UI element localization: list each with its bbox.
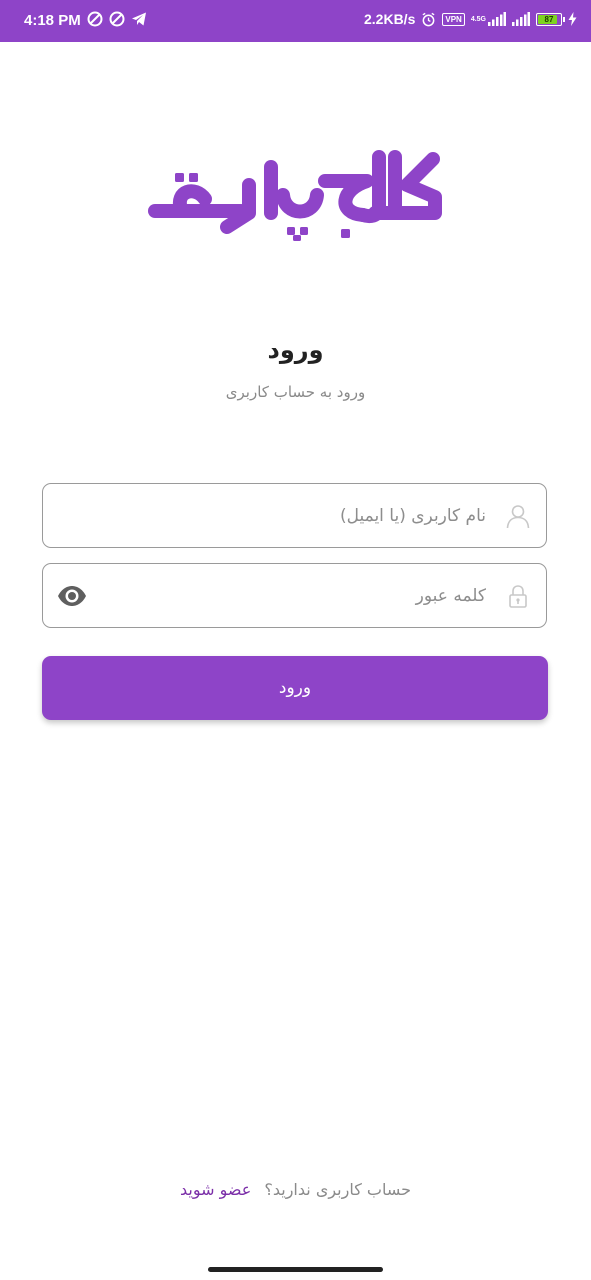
page-title: ورود [267,336,324,364]
telegram-icon [132,12,146,26]
eye-icon[interactable] [57,583,87,609]
signup-link[interactable]: عضو شوید [180,1180,251,1199]
network-type: 4.5G [470,15,486,23]
login-button[interactable]: ورود [42,656,548,720]
vpn-badge: VPN [442,12,465,26]
charging-icon [568,12,577,26]
alarm-icon [422,12,435,26]
password-input[interactable] [99,564,486,627]
blocked-notification-icon [87,11,103,27]
college-part-logo [148,150,442,241]
battery-level: 87 [544,14,554,24]
blocked-notification-icon [109,11,125,27]
user-icon [506,505,530,529]
lock-icon [509,585,527,608]
signal-icon [488,12,506,26]
signup-question: حساب کاربری ندارید؟ [264,1180,412,1199]
status-bar: 4:18 PM 2.2KB/s VPN 4.5G 87 [0,0,591,42]
password-field[interactable] [42,563,547,628]
system-icons: 2.2KB/s VPN 4.5G 87 [364,11,577,27]
status-time: 4:18 PM [24,12,81,29]
username-input[interactable] [99,484,486,547]
signal-icon [512,12,530,26]
network-speed: 2.2KB/s [364,11,416,27]
notification-icons [87,11,147,27]
username-field[interactable] [42,483,547,548]
home-indicator[interactable] [208,1267,383,1272]
signup-prompt: حساب کاربری ندارید؟ عضو شوید [0,1180,591,1199]
battery-icon: 87 [536,12,565,26]
page-subtitle: ورود به حساب کاربری [225,383,366,401]
